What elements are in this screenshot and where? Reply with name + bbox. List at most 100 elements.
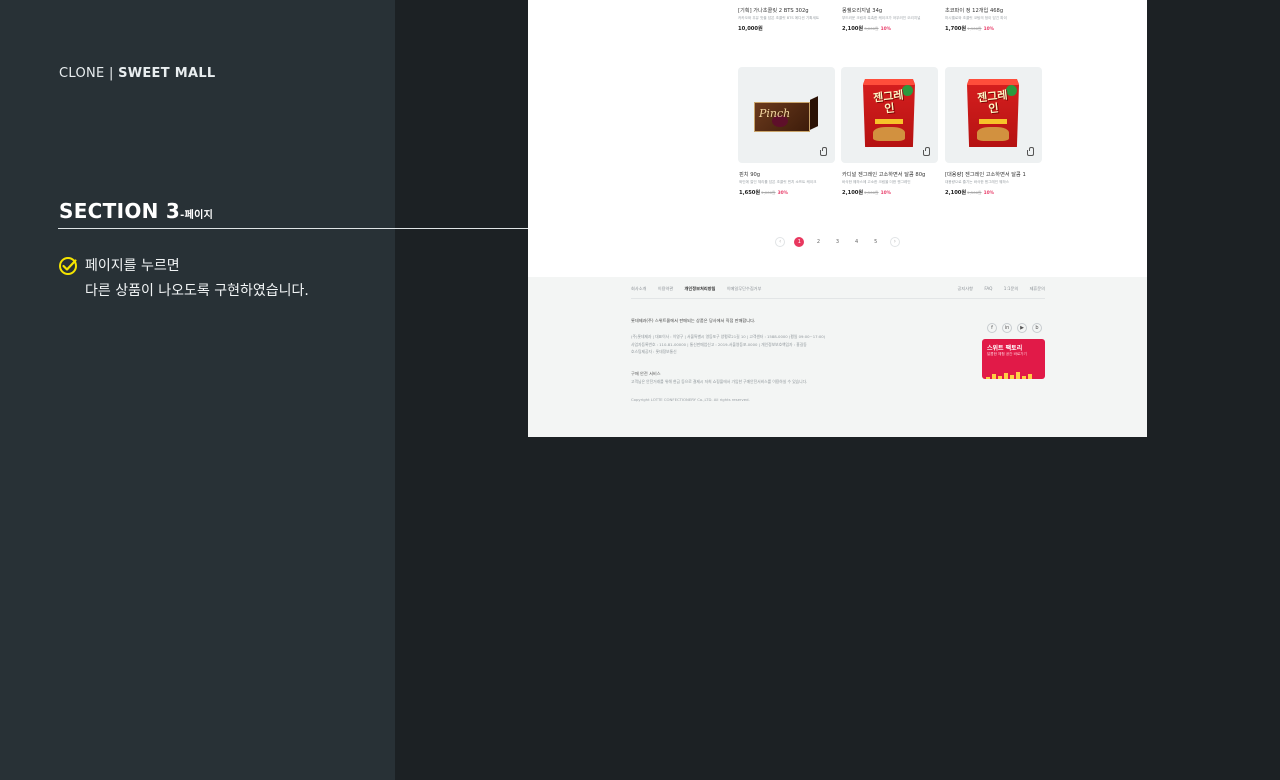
product-row-top: [기획] 가나초콜릿 2 BTS 302g 카카오와 우유 맛을 담은 초콜릿 … bbox=[528, 0, 1147, 45]
discount-rate: 10% bbox=[880, 27, 892, 32]
old-price: 2,500원 bbox=[967, 190, 982, 195]
product-info[interactable]: [대용량] 젠그레인 고소하면서 달콤 1 대용량으로 즐기는 바삭한 젠그레인… bbox=[945, 171, 1045, 196]
footer-nav: 회사소개 이용약관 개인정보처리방침 이메일무단수집거부 bbox=[631, 286, 771, 292]
prev-page-button[interactable]: ‹ bbox=[775, 236, 786, 247]
brand-name: SWEET MALL bbox=[118, 66, 216, 81]
footer-divider bbox=[631, 298, 1045, 299]
description-line-2: 다른 상품이 나오도록 구현하였습니다. bbox=[85, 283, 309, 299]
product-card-zengrain[interactable]: 젠그레인 bbox=[841, 67, 938, 163]
product-info[interactable]: 카디널 젠그레인 고소하면서 달콤 80g 바삭한 웨하스에 고소한 크림을 더… bbox=[842, 171, 942, 196]
section-title-main: SECTION 3 bbox=[59, 199, 181, 223]
product-name[interactable]: [대용량] 젠그레인 고소하면서 달콤 1 bbox=[945, 171, 1045, 179]
product-info[interactable]: [기획] 가나초콜릿 2 BTS 302g 카카오와 우유 맛을 담은 초콜릿 … bbox=[738, 7, 838, 32]
product-name[interactable]: [기획] 가나초콜릿 2 BTS 302g bbox=[738, 7, 838, 15]
footer-link[interactable]: 이용약관 bbox=[658, 286, 673, 291]
footer-link[interactable]: 1:1문의 bbox=[1004, 286, 1018, 291]
product-price: 2,100원3,000원 10% bbox=[842, 25, 942, 32]
description-line-1: 페이지를 누르면 bbox=[85, 258, 180, 274]
price-value: 1,700원 bbox=[945, 26, 967, 32]
discount-rate: 10% bbox=[983, 27, 995, 32]
product-card-zengrain-large[interactable]: 젠그레인 bbox=[945, 67, 1042, 163]
section-divider bbox=[58, 228, 528, 229]
cart-icon[interactable] bbox=[820, 147, 827, 156]
product-info[interactable]: 핀치 90g 와인에 절인 체리를 담은 초콜릿 핀치 소프트 케이크 1,65… bbox=[739, 171, 839, 196]
old-price: 3,000원 bbox=[864, 26, 879, 31]
feature-description: 페이지를 누르면 다른 상품이 나오도록 구현하였습니다. bbox=[85, 254, 309, 304]
footer-link[interactable]: 이메일무단수집거부 bbox=[727, 286, 762, 291]
discount-rate: 10% bbox=[880, 191, 892, 196]
footer-info-line: 호스팅제공자 : 롯데정보통신 bbox=[631, 349, 677, 354]
footer-link[interactable]: 회사소개 bbox=[631, 286, 646, 291]
page-button-1[interactable]: 1 bbox=[794, 236, 805, 247]
footer-info-line: (주)롯데제과 | 대표이사 : 이영구 | 서울특별시 영등포구 양평로21길… bbox=[631, 334, 826, 339]
price-value: 2,100원 bbox=[945, 190, 967, 196]
blog-icon[interactable]: b bbox=[1032, 323, 1042, 333]
discount-rate: 10% bbox=[983, 191, 995, 196]
page-button-3[interactable]: 3 bbox=[833, 237, 843, 247]
product-desc: 바삭한 웨하스에 고소한 크림을 더한 젠그레인 bbox=[842, 180, 911, 184]
footer-info: (주)롯데제과 | 대표이사 : 이영구 | 서울특별시 영등포구 양평로21길… bbox=[631, 333, 825, 356]
footer-link-privacy[interactable]: 개인정보처리방침 bbox=[685, 286, 716, 291]
product-price: 1,700원1,900원 10% bbox=[945, 25, 1045, 32]
product-info[interactable]: 몽쉘오리지널 34g 부드러운 크림과 촉촉한 케이크가 어우러진 오리지널 2… bbox=[842, 7, 942, 32]
product-desc: 카카오와 우유 맛을 담은 초콜릿 BTS 에디션 기획세트 bbox=[738, 16, 820, 20]
next-page-button[interactable]: › bbox=[889, 236, 900, 247]
product-price: 2,100원2,500원 10% bbox=[945, 189, 1045, 196]
product-price: 10,000원 bbox=[738, 25, 838, 32]
section-title: SECTION 3-페이지 bbox=[59, 199, 213, 223]
zengrain-bag-image: 젠그레인 bbox=[967, 79, 1019, 147]
pinch-box-image: Pinch bbox=[754, 96, 818, 132]
discount-rate: 30% bbox=[777, 191, 789, 196]
product-desc: 부드러운 크림과 촉촉한 케이크가 어우러진 오리지널 bbox=[842, 16, 921, 20]
left-panel: CLONE | SWEET MALL SECTION 3-페이지 페이지를 누르… bbox=[0, 0, 395, 780]
banner-illustration bbox=[986, 363, 1041, 379]
price-value: 1,650원 bbox=[739, 190, 761, 196]
mall-screenshot: [기획] 가나초콜릿 2 BTS 302g 카카오와 우유 맛을 담은 초콜릿 … bbox=[528, 0, 1147, 437]
footer-copyright: Copyright LOTTE CONFECTIONERY Co.,LTD. A… bbox=[631, 397, 750, 402]
brand-prefix: CLONE | bbox=[59, 66, 114, 81]
footer-notice-title: 구매 안전 서비스 bbox=[631, 371, 661, 376]
site-footer: 회사소개 이용약관 개인정보처리방침 이메일무단수집거부 공지사항 FAQ 1:… bbox=[528, 277, 1147, 437]
pagination: ‹ 1 2 3 4 5 › bbox=[528, 231, 1147, 247]
youtube-icon[interactable]: ▶ bbox=[1017, 323, 1027, 333]
product-desc: 와인에 절인 체리를 담은 초콜릿 핀치 소프트 케이크 bbox=[739, 180, 817, 184]
price-value: 2,100원 bbox=[842, 190, 864, 196]
price-value: 2,100원 bbox=[842, 26, 864, 32]
page-button-2[interactable]: 2 bbox=[813, 237, 823, 247]
cart-icon[interactable] bbox=[923, 147, 930, 156]
facebook-icon[interactable]: f bbox=[987, 323, 997, 333]
cart-icon[interactable] bbox=[1027, 147, 1034, 156]
old-price: 1,900원 bbox=[967, 26, 982, 31]
instagram-icon[interactable]: in bbox=[1002, 323, 1012, 333]
product-card-pinch[interactable]: Pinch bbox=[738, 67, 835, 163]
page-button-4[interactable]: 4 bbox=[852, 237, 862, 247]
price-value: 10,000원 bbox=[738, 26, 763, 32]
product-desc: 마시멜로와 초콜릿 코팅의 정이 담긴 파이 bbox=[945, 16, 1007, 20]
product-name[interactable]: 카디널 젠그레인 고소하면서 달콤 80g bbox=[842, 171, 942, 179]
section-title-suffix: -페이지 bbox=[180, 210, 214, 221]
banner-subtitle: 달콤한 체험 공간 바로가기 bbox=[987, 352, 1027, 356]
old-price: 2,500원 bbox=[864, 190, 879, 195]
footer-link[interactable]: 공지사항 bbox=[958, 286, 973, 291]
product-name[interactable]: 몽쉘오리지널 34g bbox=[842, 7, 942, 15]
banner-title: 스위트 팩토리 bbox=[987, 345, 1023, 352]
product-price: 1,650원2,000원 30% bbox=[739, 189, 839, 196]
product-info[interactable]: 초코파이 정 12개입 468g 마시멜로와 초콜릿 코팅의 정이 담긴 파이 … bbox=[945, 7, 1045, 32]
sweet-factory-banner[interactable]: 스위트 팩토리 달콤한 체험 공간 바로가기 bbox=[982, 339, 1045, 379]
footer-info-line: 사업자등록번호 : 110-81-00000 | 통신판매업신고 : 2019-… bbox=[631, 341, 807, 347]
footer-nav-right: 공지사항 FAQ 1:1문의 제휴문의 bbox=[948, 286, 1045, 292]
page-button-5[interactable]: 5 bbox=[871, 237, 881, 247]
footer-link[interactable]: FAQ bbox=[984, 286, 992, 291]
footer-company: 롯데제과(주) 스위트몰에서 판매되는 상품은 당사에서 직접 판매합니다. bbox=[631, 318, 756, 323]
social-links: f in ▶ b bbox=[987, 314, 1047, 333]
brand-title: CLONE | SWEET MALL bbox=[59, 66, 216, 81]
product-desc: 대용량으로 즐기는 바삭한 젠그레인 웨하스 bbox=[945, 180, 1010, 184]
old-price: 2,000원 bbox=[761, 190, 776, 195]
footer-notice: 고객님은 안전거래를 위해 현금 등으로 결제시 저희 쇼핑몰에서 가입한 구매… bbox=[631, 379, 808, 384]
footer-link[interactable]: 제휴문의 bbox=[1030, 286, 1045, 291]
check-circle-icon bbox=[59, 257, 77, 275]
zengrain-bag-image: 젠그레인 bbox=[863, 79, 915, 147]
product-name[interactable]: 핀치 90g bbox=[739, 171, 839, 179]
product-name[interactable]: 초코파이 정 12개입 468g bbox=[945, 7, 1045, 15]
product-price: 2,100원2,500원 10% bbox=[842, 189, 942, 196]
